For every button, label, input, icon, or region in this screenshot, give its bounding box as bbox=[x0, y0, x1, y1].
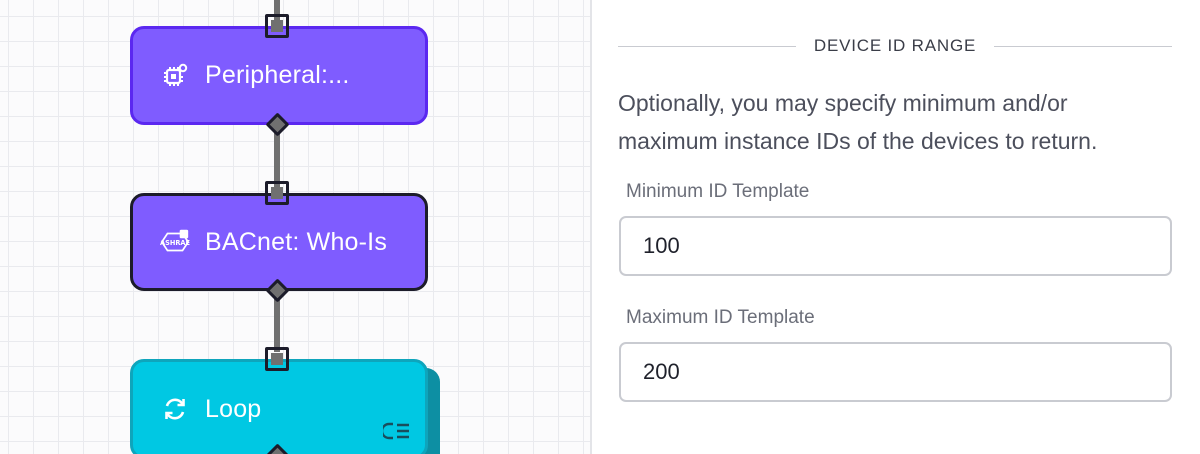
loop-branch-icon bbox=[380, 421, 411, 446]
connector-wire bbox=[274, 294, 280, 352]
section-title: DEVICE ID RANGE bbox=[813, 36, 977, 55]
min-id-input[interactable] bbox=[619, 216, 1172, 276]
min-id-label: Minimum ID Template bbox=[626, 181, 810, 202]
max-id-label: Maximum ID Template bbox=[626, 307, 815, 328]
divider bbox=[994, 45, 1173, 47]
workflow-canvas[interactable]: Peripheral:... ASHRAE BACnet: Who-Is Loo… bbox=[0, 0, 590, 454]
ashrae-icon: ASHRAE bbox=[159, 228, 191, 256]
node-loop[interactable]: Loop bbox=[130, 359, 428, 454]
section-header: DEVICE ID RANGE bbox=[618, 34, 1173, 58]
divider bbox=[618, 45, 796, 47]
svg-text:ASHRAE: ASHRAE bbox=[160, 239, 190, 247]
node-input-port[interactable] bbox=[265, 14, 289, 38]
connector-wire bbox=[274, 128, 280, 188]
properties-panel: DEVICE ID RANGE Optionally, you may spec… bbox=[592, 0, 1200, 454]
node-label: Loop bbox=[205, 394, 262, 423]
node-input-port[interactable] bbox=[265, 347, 289, 371]
node-peripheral[interactable]: Peripheral:... bbox=[130, 26, 428, 125]
node-label: Peripheral:... bbox=[205, 61, 350, 89]
node-bacnet-who-is[interactable]: ASHRAE BACnet: Who-Is bbox=[130, 193, 428, 291]
node-label: BACnet: Who-Is bbox=[205, 227, 388, 256]
node-input-port[interactable] bbox=[265, 181, 289, 205]
max-id-input[interactable] bbox=[619, 342, 1172, 402]
chip-gear-icon bbox=[159, 63, 191, 89]
help-text: Optionally, you may specify minimum and/… bbox=[618, 90, 1098, 154]
loop-icon bbox=[159, 396, 191, 422]
